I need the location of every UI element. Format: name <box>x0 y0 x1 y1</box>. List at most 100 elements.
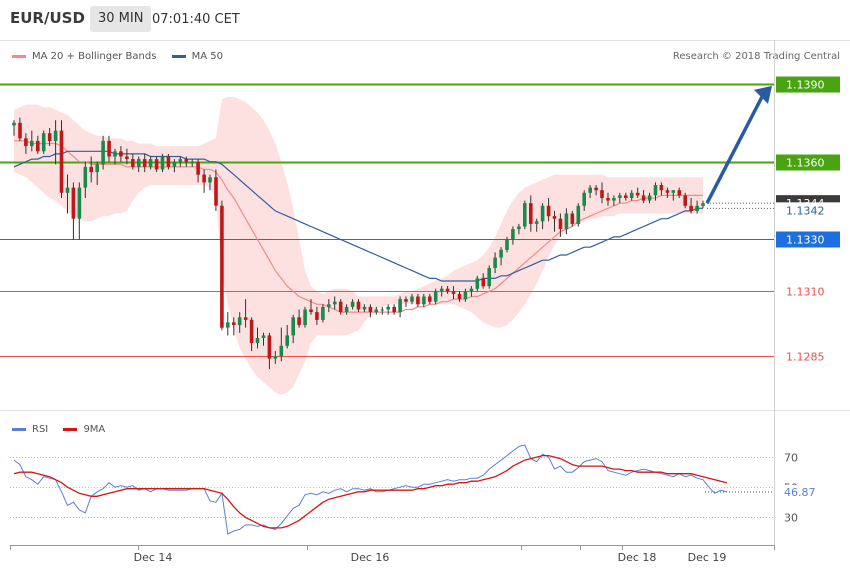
candle-body <box>47 133 52 141</box>
candle-body <box>457 293 462 300</box>
candle-body <box>546 205 551 217</box>
level-tag-text-1.1285: 1.1285 <box>786 351 825 364</box>
candle-body <box>410 296 414 302</box>
chart-area[interactable]: 1.13901.13601.13301.13101.12851.13441.13… <box>0 0 850 576</box>
candle-body <box>606 198 610 201</box>
candle-body <box>53 130 58 141</box>
candle-body <box>588 187 592 193</box>
candle-body <box>321 306 325 320</box>
candle-body <box>624 195 628 198</box>
candle-body <box>629 192 634 198</box>
level-tag-text-1.1330: 1.1330 <box>786 234 825 247</box>
candle-body <box>71 187 76 219</box>
candle-body <box>327 304 331 307</box>
candle-body <box>416 296 420 305</box>
bollinger-band <box>14 96 703 396</box>
candle-body <box>618 195 622 198</box>
candle-body <box>558 218 563 230</box>
candle-body <box>386 306 390 310</box>
candle-body <box>368 306 373 313</box>
candle-body <box>12 122 16 126</box>
candle-body <box>612 198 616 201</box>
candle-body <box>333 301 337 305</box>
candle-body <box>148 159 153 167</box>
candle-body <box>338 301 343 313</box>
candle-body <box>172 161 177 167</box>
candle-body <box>285 335 289 346</box>
candle-body <box>59 130 64 193</box>
candle-body <box>36 140 40 152</box>
candle-body <box>350 301 355 307</box>
price-labels: 1.13901.13601.13301.13101.12851.13441.13… <box>707 76 840 365</box>
candle-body <box>683 195 687 206</box>
candle-body <box>214 177 218 206</box>
candle-body <box>249 319 254 344</box>
candle-body <box>154 159 159 170</box>
candle-body <box>107 140 111 157</box>
bollinger-band-fill <box>14 96 703 396</box>
level-tag-text-1.1360: 1.1360 <box>786 157 825 170</box>
candle-body <box>594 187 598 191</box>
candle-body <box>647 195 652 201</box>
candle-body <box>226 322 230 328</box>
candle-body <box>487 268 491 287</box>
candle-body <box>83 166 88 188</box>
candle-body <box>190 161 194 163</box>
candles <box>12 117 705 370</box>
candle-body <box>297 317 301 326</box>
candle-body <box>267 335 272 359</box>
candle-body <box>576 205 581 224</box>
candle-body <box>119 151 123 157</box>
candle-body <box>113 151 117 157</box>
candle-body <box>552 216 557 219</box>
candle-body <box>469 288 474 292</box>
rsi-panel: 70503046.87 <box>10 444 828 535</box>
candle-body <box>511 229 515 240</box>
candle-body <box>701 203 705 206</box>
candle-body <box>380 309 385 311</box>
candle-body <box>202 174 206 183</box>
candle-body <box>392 306 396 313</box>
rsi-series-RSI <box>13 444 727 535</box>
candle-body <box>255 338 260 344</box>
candle-body <box>89 166 93 173</box>
candle-body <box>463 291 468 300</box>
candle-body <box>428 296 432 302</box>
candle-body <box>677 190 682 196</box>
candle-body <box>232 322 236 325</box>
x-tick-label: Dec 18 <box>618 551 657 564</box>
candle-body <box>24 138 28 147</box>
candle-body <box>208 177 212 183</box>
candle-body <box>475 278 480 289</box>
candle-body <box>641 195 646 201</box>
candle-body <box>564 213 569 230</box>
candle-body <box>65 187 70 193</box>
forecast-arrow-shaft <box>705 94 765 204</box>
candle-body <box>534 221 539 224</box>
candle-body <box>291 317 295 336</box>
candle-body <box>635 192 640 196</box>
candle-body <box>273 356 278 359</box>
candle-body <box>529 203 533 224</box>
candle-body <box>237 317 242 326</box>
candle-body <box>196 161 200 175</box>
candle-body <box>422 296 426 305</box>
candle-body <box>499 249 503 258</box>
candle-body <box>344 306 349 313</box>
level-tag-text-1.1390: 1.1390 <box>786 79 825 92</box>
candle-body <box>303 309 307 326</box>
candle-body <box>439 288 444 292</box>
candle-body <box>404 299 408 302</box>
candle-body <box>166 156 171 167</box>
candle-body <box>220 205 224 328</box>
forecast-arrow <box>705 85 772 204</box>
candle-body <box>540 205 545 222</box>
candle-body <box>600 190 604 198</box>
rsi-current-text: 46.87 <box>784 486 816 499</box>
candle-body <box>582 192 586 206</box>
ma50-value-text: 1.1342 <box>786 204 825 217</box>
candle-body <box>315 312 319 320</box>
candle-body <box>309 309 313 313</box>
rsi-tick-30: 30 <box>784 512 798 525</box>
candle-body <box>433 291 438 302</box>
